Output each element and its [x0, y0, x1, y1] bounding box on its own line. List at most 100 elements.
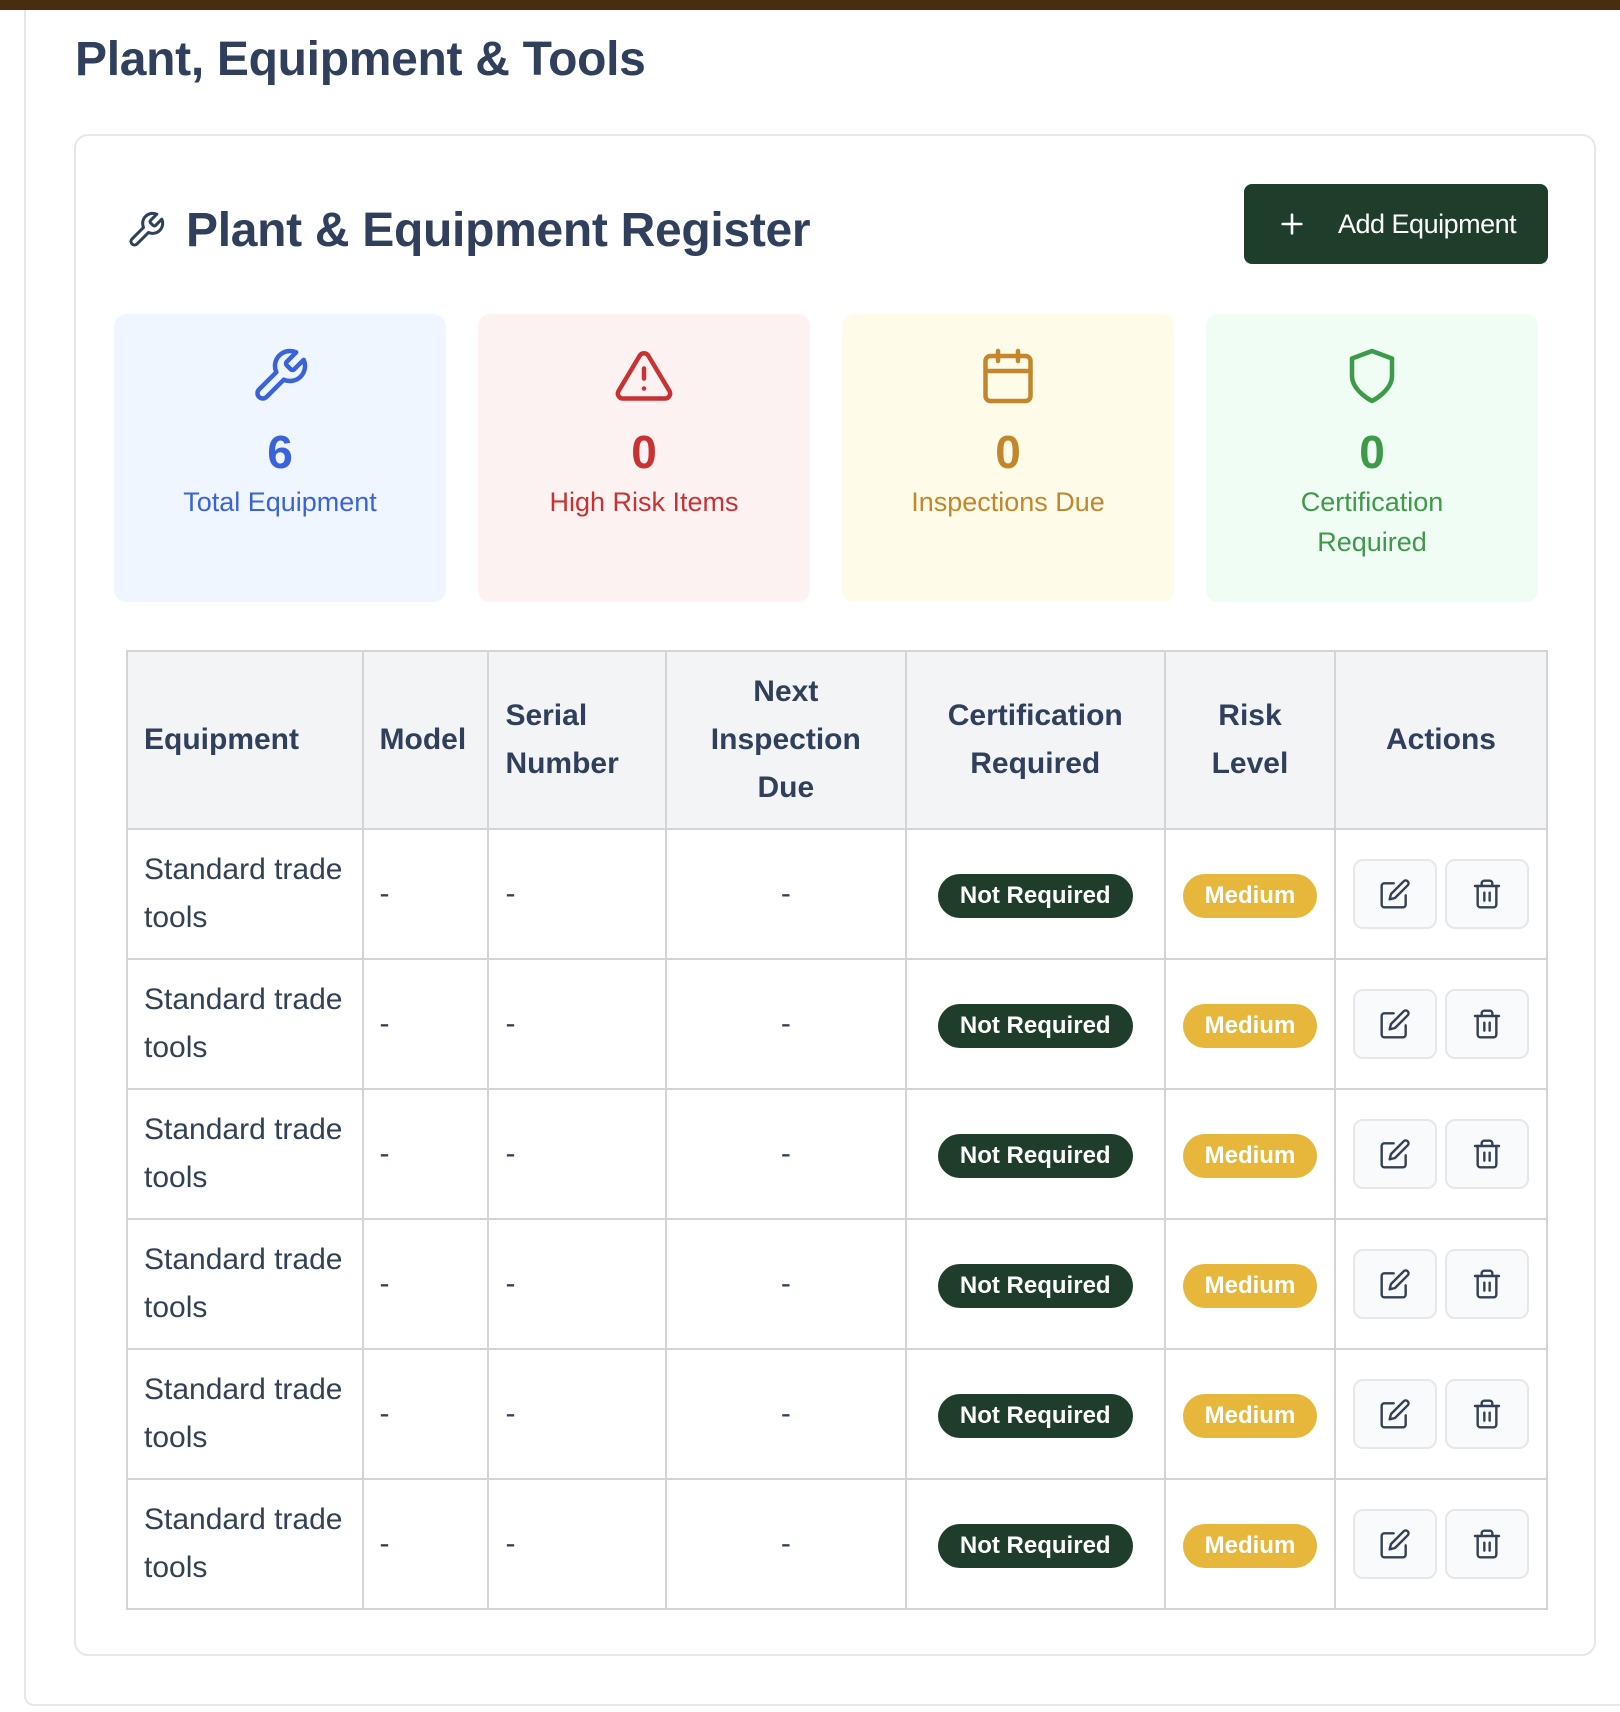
table-header-row: Equipment Model Serial Number Next Inspe… — [126, 650, 1549, 830]
stat-card-certification-required: 0 Certification Required — [1206, 314, 1538, 602]
stat-label: Inspections Due — [911, 487, 1105, 517]
row-actions — [1352, 859, 1530, 929]
cell-equipment: Standard trade tools — [126, 1478, 364, 1610]
delete-button[interactable] — [1444, 1119, 1529, 1189]
risk-level-badge: Medium — [1182, 1134, 1318, 1178]
stat-label: High Risk Items — [549, 487, 739, 517]
cell-next-inspection-due: - — [665, 1348, 907, 1480]
header-risk-level[interactable]: Risk Level — [1163, 650, 1336, 830]
cell-certification: Not Required — [904, 1348, 1166, 1480]
cell-model: - — [361, 828, 490, 960]
cell-equipment: Standard trade tools — [126, 1218, 364, 1350]
header-model[interactable]: Model — [361, 650, 490, 830]
certification-badge: Not Required — [937, 1004, 1133, 1048]
table-row: Standard trade tools - - - Not Required … — [126, 1348, 1549, 1480]
cell-certification: Not Required — [904, 1088, 1166, 1220]
warning-triangle-icon — [614, 346, 674, 406]
add-equipment-label: Add Equipment — [1338, 208, 1517, 239]
register-header: Plant & Equipment Register — [126, 196, 811, 264]
cell-equipment: Standard trade tools — [126, 1088, 364, 1220]
page-title: Plant, Equipment & Tools — [75, 33, 646, 86]
cell-model: - — [361, 1348, 490, 1480]
wrench-icon — [250, 346, 310, 406]
stat-value: 0 — [1359, 426, 1385, 478]
header-certification-required[interactable]: Certification Required — [904, 650, 1166, 830]
edit-icon — [1380, 1399, 1410, 1429]
risk-level-badge: Medium — [1182, 1264, 1318, 1308]
header-equipment[interactable]: Equipment — [126, 650, 364, 830]
delete-button[interactable] — [1444, 1379, 1529, 1449]
cell-equipment: Standard trade tools — [126, 958, 364, 1090]
delete-button[interactable] — [1444, 859, 1529, 929]
wrench-icon — [126, 210, 166, 250]
cell-next-inspection-due: - — [665, 1088, 907, 1220]
row-actions — [1352, 1509, 1530, 1579]
edit-button[interactable] — [1352, 1509, 1437, 1579]
table-row: Standard trade tools - - - Not Required … — [126, 828, 1549, 960]
cell-risk-level: Medium — [1163, 1088, 1336, 1220]
stat-card-inspections-due: 0 Inspections Due — [842, 314, 1174, 602]
trash-icon — [1473, 1269, 1501, 1299]
top-accent-bar — [0, 0, 1620, 10]
cell-next-inspection-due: - — [665, 1218, 907, 1350]
cell-next-inspection-due: - — [665, 958, 907, 1090]
edit-icon — [1380, 1529, 1410, 1559]
cell-risk-level: Medium — [1163, 828, 1336, 960]
trash-icon — [1473, 1529, 1501, 1559]
calendar-icon — [978, 346, 1038, 406]
cell-actions — [1333, 1478, 1549, 1610]
cell-serial-number: - — [487, 958, 668, 1090]
equipment-register-card: Plant & Equipment Register Add Equipment… — [74, 134, 1596, 1656]
stat-label: Certification Required — [1300, 487, 1444, 557]
delete-button[interactable] — [1444, 1249, 1529, 1319]
cell-equipment: Standard trade tools — [126, 1348, 364, 1480]
header-actions: Actions — [1333, 650, 1549, 830]
register-title: Plant & Equipment Register — [186, 203, 811, 257]
cell-next-inspection-due: - — [665, 828, 907, 960]
edit-button[interactable] — [1352, 859, 1437, 929]
delete-button[interactable] — [1444, 1509, 1529, 1579]
trash-icon — [1473, 1139, 1501, 1169]
stat-value: 0 — [995, 426, 1021, 478]
cell-serial-number: - — [487, 1088, 668, 1220]
cell-certification: Not Required — [904, 1218, 1166, 1350]
certification-badge: Not Required — [937, 874, 1133, 918]
trash-icon — [1473, 1009, 1501, 1039]
cell-risk-level: Medium — [1163, 1218, 1336, 1350]
equipment-table: Equipment Model Serial Number Next Inspe… — [126, 650, 1549, 1610]
cell-actions — [1333, 1218, 1549, 1350]
table-row: Standard trade tools - - - Not Required … — [126, 1088, 1549, 1220]
certification-badge: Not Required — [937, 1264, 1133, 1308]
row-actions — [1352, 1249, 1530, 1319]
edit-icon — [1380, 1009, 1410, 1039]
stat-card-total-equipment: 6 Total Equipment — [114, 314, 446, 602]
edit-button[interactable] — [1352, 1379, 1437, 1449]
cell-risk-level: Medium — [1163, 958, 1336, 1090]
shield-icon — [1342, 346, 1402, 406]
edit-button[interactable] — [1352, 989, 1437, 1059]
add-equipment-button[interactable]: Add Equipment — [1244, 184, 1548, 264]
header-serial-number[interactable]: Serial Number — [487, 650, 668, 830]
edit-button[interactable] — [1352, 1249, 1437, 1319]
risk-level-badge: Medium — [1182, 1004, 1318, 1048]
cell-next-inspection-due: - — [665, 1478, 907, 1610]
trash-icon — [1473, 879, 1501, 909]
certification-badge: Not Required — [937, 1524, 1133, 1568]
cell-actions — [1333, 1348, 1549, 1480]
header-next-inspection-due[interactable]: Next Inspection Due — [665, 650, 907, 830]
table-row: Standard trade tools - - - Not Required … — [126, 958, 1549, 1090]
delete-button[interactable] — [1444, 989, 1529, 1059]
table-row: Standard trade tools - - - Not Required … — [126, 1478, 1549, 1610]
edit-icon — [1380, 879, 1410, 909]
edit-button[interactable] — [1352, 1119, 1437, 1189]
trash-icon — [1473, 1399, 1501, 1429]
stat-card-high-risk-items: 0 High Risk Items — [478, 314, 810, 602]
risk-level-badge: Medium — [1182, 1394, 1318, 1438]
stat-value: 0 — [631, 426, 657, 478]
cell-risk-level: Medium — [1163, 1348, 1336, 1480]
row-actions — [1352, 1119, 1530, 1189]
table-row: Standard trade tools - - - Not Required … — [126, 1218, 1549, 1350]
row-actions — [1352, 989, 1530, 1059]
cell-actions — [1333, 828, 1549, 960]
stat-label: Total Equipment — [183, 487, 377, 517]
